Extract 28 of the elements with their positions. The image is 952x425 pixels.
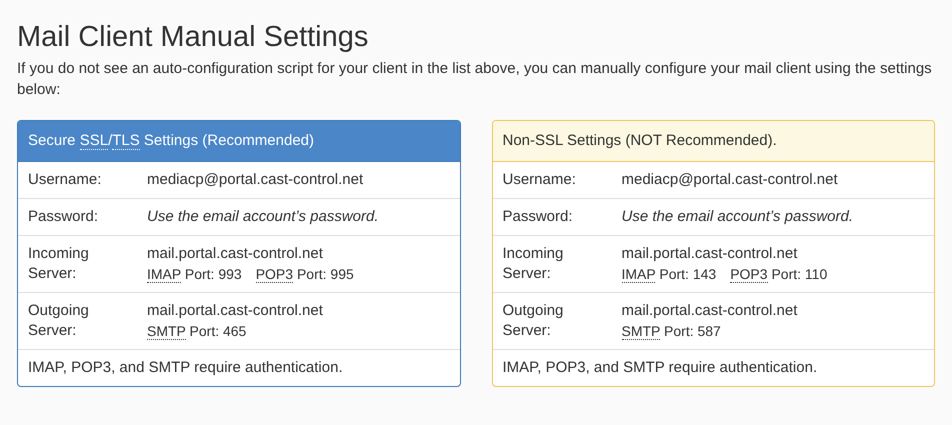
port-label: POP3 Port: 995 <box>256 265 354 284</box>
field-label: Incoming Server: <box>28 244 90 284</box>
port-label: IMAP Port: 993 <box>147 265 242 284</box>
footer-note: IMAP, POP3, and SMTP require authentication. <box>28 359 343 376</box>
port-label: SMTP Port: 587 <box>622 322 721 341</box>
port-label: IMAP Port: 143 <box>622 265 716 284</box>
field-label: Outgoing Server: <box>28 301 90 341</box>
panel-heading: Non-SSL Settings (NOT Recommended). <box>492 121 934 162</box>
field-value: mail.portal.cast-control.net <box>622 244 798 264</box>
field-label: Incoming Server: <box>502 244 564 284</box>
field-value: mediacp@portal.cast-control.net <box>622 170 838 190</box>
field-label: Username: <box>28 170 102 190</box>
field-value: mediacp@portal.cast-control.net <box>147 170 364 190</box>
port-label: SMTP Port: 465 <box>147 322 246 341</box>
field-value: Use the email account’s password. <box>622 207 854 227</box>
field-label: Outgoing Server: <box>502 301 564 341</box>
field-value: mail.portal.cast-control.net <box>147 301 323 321</box>
field-value: mail.portal.cast-control.net <box>622 301 798 321</box>
intro-text: If you do not see an auto-configuration script for your client in the list above, you can manually configure your mail client using the settings below: <box>17 59 933 100</box>
field-label: Password: <box>28 207 100 227</box>
field-label: Username: <box>502 170 577 190</box>
panel-heading: Secure SSL/TLS Settings (Recommended) <box>18 121 460 162</box>
footer-note: IMAP, POP3, and SMTP require authentication. <box>502 359 818 376</box>
field-value: mail.portal.cast-control.net <box>147 244 324 264</box>
page-title: Mail Client Manual Settings <box>17 20 370 55</box>
field-label: Password: <box>502 207 574 227</box>
field-value: Use the email account’s password. <box>147 207 379 227</box>
port-label: POP3 Port: 110 <box>730 265 828 284</box>
